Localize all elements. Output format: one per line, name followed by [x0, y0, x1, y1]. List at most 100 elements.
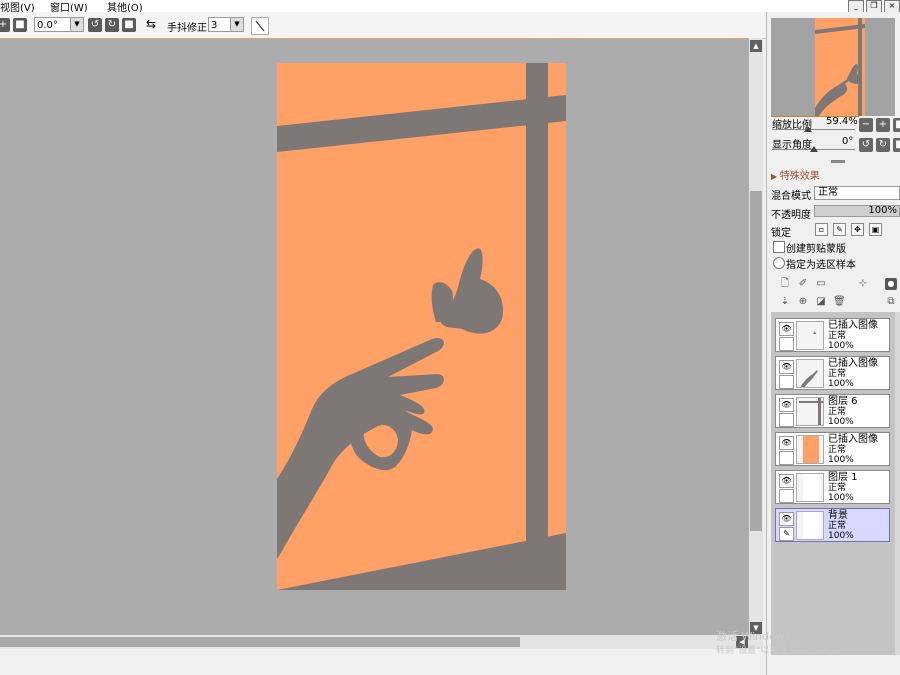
- pencil-icon[interactable]: ✎: [779, 527, 794, 541]
- opacity-label: 不透明度: [771, 210, 811, 221]
- layer-name: 已插入图像: [828, 434, 878, 445]
- navigator-thumbnail: [815, 18, 865, 116]
- zoom-in-icon[interactable]: +: [0, 18, 10, 32]
- zoom-slider[interactable]: [772, 129, 855, 130]
- layer-mode: 正常: [828, 331, 847, 341]
- layer-opacity: 100%: [828, 379, 854, 389]
- scroll-up-icon[interactable]: ▲: [750, 40, 762, 52]
- rotation-input[interactable]: 0.0° ▼: [34, 17, 84, 32]
- layer-name: 图层 1: [828, 472, 858, 483]
- layer-link-box[interactable]: [779, 413, 794, 427]
- layer-item[interactable]: 👁 已插入图像 正常 100%: [775, 432, 890, 466]
- layer-link-box[interactable]: [779, 489, 794, 503]
- transfer-down-icon[interactable]: ⇣: [779, 296, 791, 308]
- triangle-right-icon: ▶: [771, 172, 780, 181]
- rotate-left-icon[interactable]: ↺: [88, 18, 102, 32]
- opacity-slider[interactable]: 100%: [814, 205, 900, 217]
- new-vector-layer-icon[interactable]: ✐: [797, 278, 809, 290]
- layer-name: 背景: [828, 510, 848, 521]
- layer-opacity: 100%: [828, 531, 854, 541]
- eye-icon[interactable]: 👁: [779, 398, 794, 412]
- layer-item[interactable]: 👁 已插入图像 正常 100%: [775, 318, 890, 352]
- pen-pressure-toggle[interactable]: [251, 17, 269, 35]
- layer-item[interactable]: 👁 图层 1 正常 100%: [775, 470, 890, 504]
- chevron-down-icon[interactable]: ▼: [230, 18, 243, 31]
- blend-mode-label: 混合模式: [771, 191, 811, 202]
- layer-copy-icon[interactable]: ⧉: [885, 296, 897, 308]
- line-tool-icon: [255, 20, 265, 32]
- layer-item[interactable]: 👁 已插入图像 正常 100%: [775, 356, 890, 390]
- clipping-mask-checkbox[interactable]: [773, 241, 785, 253]
- rotate-right-icon[interactable]: ↻: [105, 18, 119, 32]
- stabilizer-select[interactable]: 3 ▼: [208, 17, 244, 32]
- rotate-left-icon[interactable]: ↺: [859, 138, 873, 152]
- zoom-slider-handle[interactable]: [804, 126, 812, 132]
- canvas-area[interactable]: [0, 38, 763, 636]
- effects-label: 特殊效果: [779, 171, 820, 182]
- eye-icon[interactable]: 👁: [779, 436, 794, 450]
- reset-zoom-icon[interactable]: ■: [893, 118, 900, 132]
- rotate-right-icon[interactable]: ↻: [876, 138, 890, 152]
- lock-move-icon[interactable]: ✥: [851, 223, 864, 236]
- stabilizer-label: 手抖修正: [167, 23, 207, 34]
- activation-watermark: 激活 Windows 转到"设置"以激活 Windows。: [716, 630, 840, 658]
- layer-item-selected[interactable]: 👁 ✎ 背景 正常 100%: [775, 508, 890, 542]
- stabilizer-value: 3: [211, 20, 218, 31]
- selection-source-radio[interactable]: [773, 257, 785, 269]
- window-controls: _ ❐ ×: [846, 0, 900, 13]
- lock-transparency-icon[interactable]: ▫: [815, 223, 828, 236]
- layer-item[interactable]: 👁 图层 6 正常 100%: [775, 394, 890, 428]
- reset-rotation-icon[interactable]: ■: [122, 18, 136, 32]
- selection-source-label: 指定为选区样本: [786, 260, 856, 271]
- reset-zoom-icon[interactable]: ■: [13, 18, 27, 32]
- clear-layer-icon[interactable]: ◪: [815, 296, 827, 308]
- angle-slider-handle[interactable]: [810, 146, 818, 152]
- toolbar: + ■ 0.0° ▼ ↺ ↻ ■ ⇆ 手抖修正 3 ▼: [0, 12, 768, 39]
- layer-link-box[interactable]: [779, 337, 794, 351]
- blend-mode-select[interactable]: 正常: [814, 186, 900, 200]
- layer-mode: 正常: [828, 483, 847, 493]
- layer-thumbnail: [796, 473, 824, 502]
- horizontal-scroll-thumb[interactable]: [0, 637, 520, 647]
- layer-settings-icon[interactable]: ⊹: [857, 278, 869, 290]
- layer-mode: 正常: [828, 445, 847, 455]
- eye-icon[interactable]: 👁: [779, 474, 794, 488]
- layer-mask-icon[interactable]: ●: [885, 278, 897, 290]
- eye-icon[interactable]: 👁: [779, 360, 794, 374]
- eye-icon[interactable]: 👁: [779, 512, 794, 526]
- layer-opacity: 100%: [828, 341, 854, 351]
- watermark-line1: 激活 Windows: [716, 630, 791, 643]
- eye-icon[interactable]: 👁: [779, 322, 794, 336]
- vertical-scroll-thumb[interactable]: [750, 191, 762, 531]
- layer-name: 图层 6: [828, 396, 858, 407]
- navigator-preview[interactable]: [771, 18, 895, 116]
- lock-all-icon[interactable]: ▣: [869, 223, 882, 236]
- layer-thumbnail: [796, 321, 824, 350]
- vertical-scrollbar[interactable]: ▲ ▼ ▼: [749, 38, 763, 648]
- layer-list-scrollbar[interactable]: [895, 312, 900, 655]
- layer-thumbnail: [796, 397, 824, 426]
- zoom-out-icon[interactable]: −: [859, 118, 873, 132]
- layer-link-box[interactable]: [779, 375, 794, 389]
- chevron-down-icon[interactable]: ▼: [70, 18, 83, 31]
- zoom-in-icon[interactable]: +: [876, 118, 890, 132]
- right-panel: 缩放比例 59.4% 显示角度 0° − + ■ ↺ ↻ ■ ▶ 特殊效果 混合…: [766, 12, 900, 675]
- layer-mode: 正常: [828, 369, 847, 379]
- opacity-value: 100%: [868, 205, 897, 216]
- effects-toggle[interactable]: ▶ 特殊效果: [771, 167, 820, 182]
- trash-icon[interactable]: 🗑: [833, 296, 846, 308]
- lock-paint-icon[interactable]: ✎: [833, 223, 846, 236]
- horizontal-scrollbar[interactable]: ◀: [0, 635, 763, 649]
- merge-down-icon[interactable]: ⊕: [797, 296, 809, 308]
- panel-divider-handle[interactable]: [831, 160, 845, 163]
- layer-list[interactable]: 👁 已插入图像 正常 100% 👁 已插入图像 正常 100% 👁 图层 6 正…: [771, 312, 895, 655]
- layer-mode: 正常: [828, 521, 847, 531]
- flip-horizontal-icon[interactable]: ⇆: [146, 17, 156, 31]
- new-layer-icon[interactable]: 🗋: [779, 278, 791, 290]
- watermark-line2: 转到"设置"以激活 Windows。: [716, 646, 840, 656]
- layer-link-box[interactable]: [779, 451, 794, 465]
- reset-rotation-icon[interactable]: ■: [893, 138, 900, 152]
- new-layer-folder-icon[interactable]: ▭: [815, 278, 827, 290]
- rotation-value: 0.0°: [37, 20, 58, 31]
- artwork[interactable]: [0, 39, 763, 636]
